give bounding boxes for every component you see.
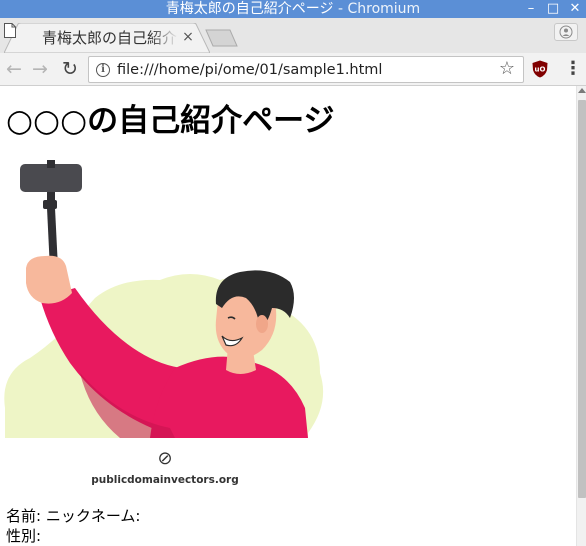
forward-button[interactable]: →: [30, 59, 50, 79]
browser-menu-button[interactable]: ⋮: [564, 59, 582, 79]
profile-button[interactable]: [554, 23, 578, 41]
image-credit-symbol: ⊘: [157, 448, 172, 469]
window-title-app: Chromium: [347, 1, 421, 17]
scroll-thumb[interactable]: [578, 100, 586, 498]
reload-button[interactable]: ↻: [60, 59, 80, 79]
scroll-up-arrow-icon[interactable]: [578, 88, 586, 93]
maximize-icon[interactable]: □: [542, 0, 564, 18]
new-tab-button[interactable]: [204, 28, 240, 48]
image-credit-text: publicdomainvectors.org: [91, 474, 239, 486]
page-heading: ○○○の自己紹介ページ: [6, 103, 335, 139]
hand: [26, 255, 72, 304]
window-title-separator: -: [333, 1, 348, 17]
tab-active[interactable]: 青梅太郎の自己紹介ページ ×: [4, 23, 210, 53]
page-content: ○○○の自己紹介ページ ⊘ publicdomainvectors.org 名前…: [0, 86, 576, 546]
window-title-page: 青梅太郎の自己紹介ページ: [165, 1, 334, 17]
image-credit: ⊘ publicdomainvectors.org: [91, 448, 239, 486]
vertical-scrollbar[interactable]: [576, 86, 586, 546]
selfie-illustration: ⊘ publicdomainvectors.org: [4, 160, 324, 486]
bookmark-star-icon[interactable]: ☆: [497, 59, 517, 79]
address-bar[interactable]: i file:///home/pi/ome/01/sample1.html ☆: [88, 56, 524, 83]
phone-graphic: [20, 164, 82, 192]
name-line: 名前: ニックネーム:: [6, 507, 141, 525]
url-text[interactable]: file:///home/pi/ome/01/sample1.html: [117, 60, 382, 80]
back-button[interactable]: ←: [4, 59, 24, 79]
window-title-bar[interactable]: 青梅太郎の自己紹介ページ - Chromium – □ ✕: [0, 0, 586, 18]
gender-line: 性別:: [6, 527, 42, 545]
navigation-toolbar: ← → ↻ i file:///home/pi/ome/01/sample1.h…: [0, 53, 586, 86]
profile-icon: [559, 25, 573, 39]
browser-window: 青梅太郎の自己紹介ページ - Chromium – □ ✕ 青梅太郎の自己紹介ペ…: [0, 0, 586, 546]
tab-title: 青梅太郎の自己紹介ページ: [42, 29, 178, 47]
svg-text:uO: uO: [535, 66, 546, 74]
document-icon: [4, 23, 16, 38]
tab-close-icon[interactable]: ×: [180, 29, 196, 45]
site-info-icon[interactable]: i: [96, 63, 110, 77]
minimize-icon[interactable]: –: [520, 0, 542, 18]
window-close-icon[interactable]: ✕: [564, 0, 586, 18]
tab-strip: 青梅太郎の自己紹介ページ ×: [0, 18, 586, 53]
ublock-origin-icon[interactable]: uO: [532, 60, 548, 78]
